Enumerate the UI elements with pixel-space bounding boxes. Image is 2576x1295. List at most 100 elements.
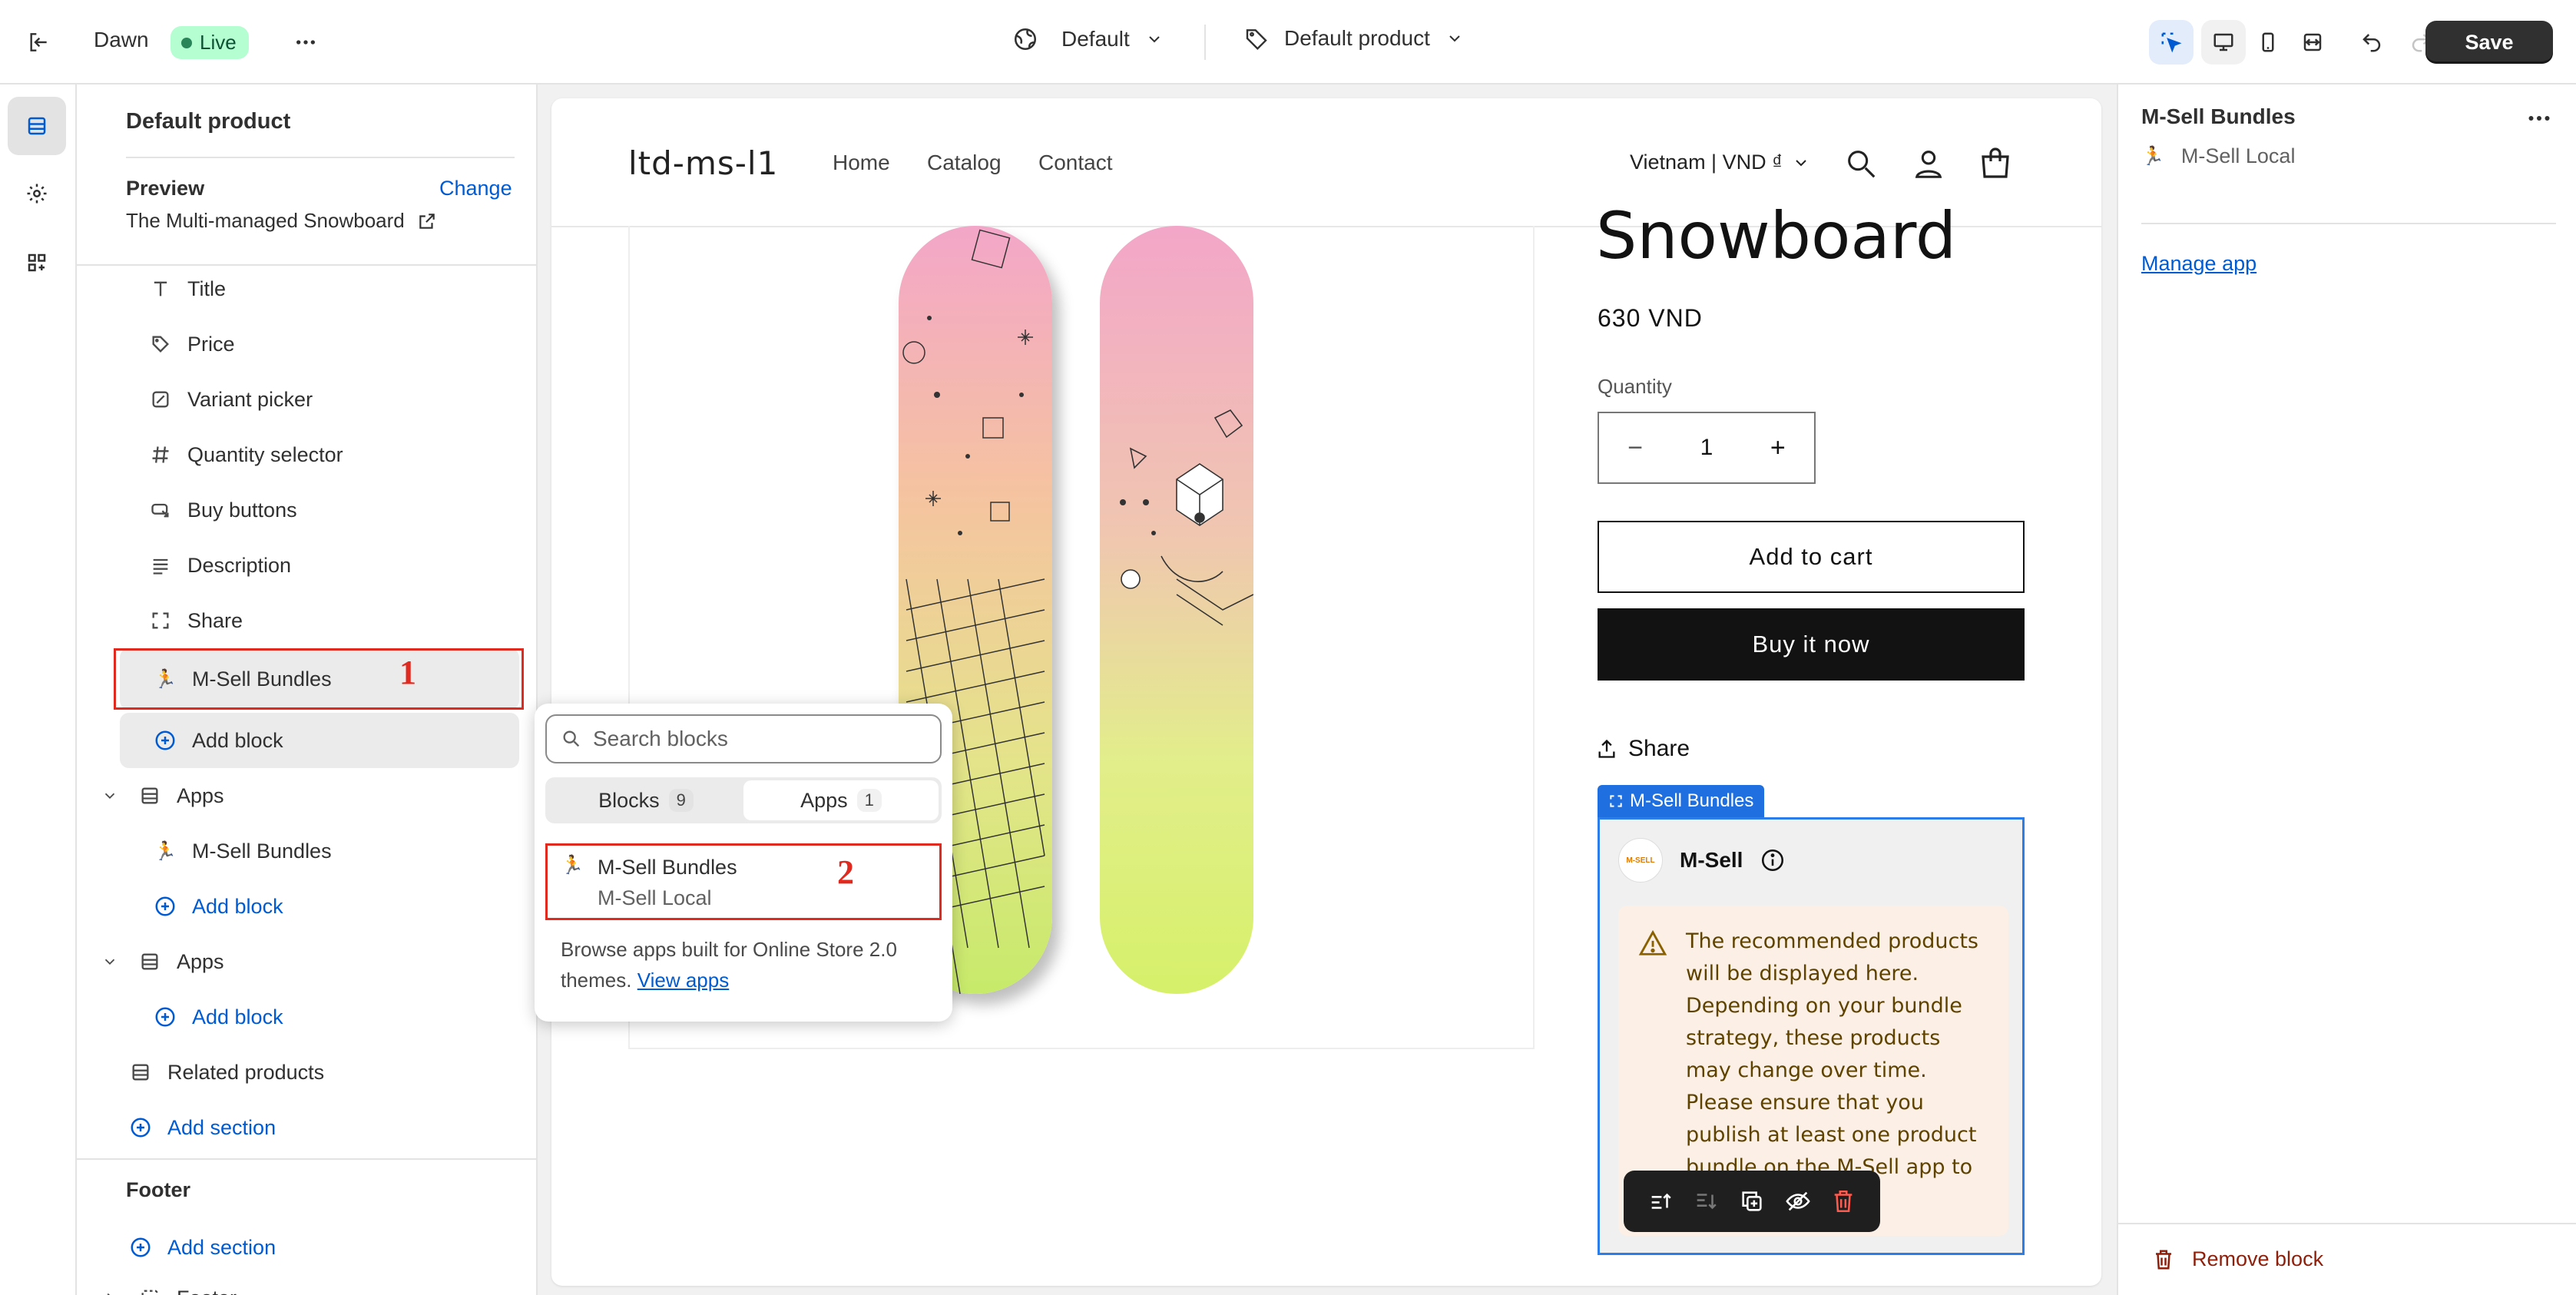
tab-blocks[interactable]: Blocks 9: [548, 780, 743, 820]
preview-product-link[interactable]: The Multi-managed Snowboard: [126, 209, 437, 233]
block-item-label: Title: [187, 277, 227, 300]
buy-now-button[interactable]: Buy it now: [1598, 608, 2025, 681]
block-item-label: M-Sell Bundles: [192, 839, 332, 863]
apps-section-1[interactable]: Apps: [97, 773, 224, 819]
fullwidth-icon: [2303, 33, 2322, 51]
mobile-icon: [2262, 32, 2274, 52]
inspector-button[interactable]: [2149, 20, 2194, 65]
remove-block-button[interactable]: Remove block: [2152, 1247, 2323, 1271]
fullwidth-view-button[interactable]: [2290, 20, 2335, 65]
delete-trash-icon: [2156, 1250, 2171, 1269]
view-apps-link[interactable]: View apps: [637, 969, 730, 992]
snowboard-graphic: [1120, 409, 1254, 626]
add-section-button[interactable]: Add section: [127, 1224, 276, 1270]
footer-group-title: Footer: [126, 1178, 190, 1201]
apps-rail-button[interactable]: [8, 233, 66, 292]
manage-app-link[interactable]: Manage app: [2141, 252, 2256, 276]
remove-block-label: Remove block: [2192, 1247, 2324, 1270]
duplicate-icon[interactable]: [1739, 1188, 1765, 1214]
account-icon[interactable]: [1911, 146, 1946, 181]
nav-contact[interactable]: Contact: [1038, 151, 1113, 175]
apps-section-2[interactable]: Apps: [97, 939, 224, 985]
plus-icon[interactable]: +: [1770, 433, 1786, 463]
chevron-down-icon: [97, 949, 123, 975]
text-title-icon: [147, 276, 174, 302]
share-frame-icon: [147, 608, 174, 634]
preview-label: Preview: [126, 177, 205, 200]
apps-grid-icon: [28, 253, 46, 272]
block-item-msell-bundles-app[interactable]: 🏃 M-Sell Bundles: [152, 828, 332, 874]
locale-selector[interactable]: Vietnam | VND ₫: [1630, 151, 1810, 174]
undo-icon: [2362, 34, 2381, 52]
msell-block-tag[interactable]: M-Sell Bundles: [1598, 785, 1765, 817]
divider: [126, 157, 515, 158]
add-section-button[interactable]: Add section: [127, 1105, 276, 1151]
product-dropdown[interactable]: Default product: [1244, 26, 1464, 51]
share-button[interactable]: Share: [1596, 736, 1690, 762]
nav-catalog[interactable]: Catalog: [927, 151, 1002, 175]
block-item-price[interactable]: Price: [147, 321, 235, 367]
store-logo[interactable]: ltd-ms-l1: [628, 144, 778, 182]
add-block-popover: Search blocks Blocks 9 Apps 1 🏃 M-Sell B…: [535, 704, 952, 1022]
exit-button[interactable]: [14, 18, 63, 67]
add-section-label: Add section: [167, 1235, 276, 1259]
move-up-icon[interactable]: [1647, 1188, 1674, 1214]
block-item-title[interactable]: Title: [147, 266, 226, 312]
section-icon: [137, 783, 163, 809]
info-icon[interactable]: [1760, 847, 1786, 873]
section-related-products[interactable]: Related products: [127, 1049, 324, 1095]
delete-trash-icon[interactable]: [1830, 1188, 1856, 1214]
hide-eye-icon[interactable]: [1785, 1188, 1811, 1214]
globe-icon: [1014, 28, 1037, 51]
sections-rail-button[interactable]: [8, 97, 66, 155]
more-vertical-icon[interactable]: [2525, 104, 2553, 132]
block-item-share[interactable]: Share: [147, 598, 243, 644]
template-dropdown[interactable]: Default: [1012, 26, 1164, 52]
add-block-button[interactable]: Add block: [152, 883, 283, 929]
search-icon[interactable]: [1843, 146, 1879, 181]
move-down-icon[interactable]: [1693, 1188, 1719, 1214]
annotation-box-1: [114, 648, 524, 710]
share-label: Share: [1628, 736, 1690, 761]
topbar-divider: [1204, 25, 1206, 60]
undo-button[interactable]: [2347, 18, 2396, 67]
desktop-icon: [2213, 33, 2233, 51]
chevron-down-icon: [1796, 159, 1806, 166]
search-blocks-input[interactable]: Search blocks: [545, 714, 942, 763]
quantity-value[interactable]: 1: [1700, 435, 1713, 461]
block-item-description[interactable]: Description: [147, 542, 291, 588]
more-horizontal-icon: [296, 40, 315, 45]
warning-triangle-icon: [1638, 929, 1667, 956]
store-preview-canvas: ltd-ms-l1 Home Catalog Contact Vietnam |…: [551, 98, 2101, 1286]
chevron-down-icon: [1149, 36, 1160, 43]
popover-footer: Browse apps built for Online Store 2.0 t…: [561, 934, 937, 995]
search-icon: [563, 730, 580, 747]
tab-apps[interactable]: Apps 1: [743, 780, 939, 820]
divider: [2118, 1223, 2576, 1224]
nav-home[interactable]: Home: [833, 151, 890, 175]
block-item-quantity-selector[interactable]: Quantity selector: [147, 432, 343, 478]
theme-settings-rail-button[interactable]: [8, 164, 66, 223]
plus-circle-icon: [152, 893, 178, 919]
section-footer[interactable]: Footer: [97, 1275, 237, 1295]
search-placeholder: Search blocks: [593, 727, 728, 750]
mobile-view-button[interactable]: [2246, 20, 2290, 65]
add-to-cart-button[interactable]: Add to cart: [1598, 521, 2025, 593]
block-settings-panel: M-Sell Bundles 🏃 M-Sell Local Manage app…: [2117, 84, 2576, 1295]
desktop-view-button[interactable]: [2201, 20, 2246, 65]
add-section-label: Add section: [167, 1115, 276, 1139]
block-item-label: Description: [187, 553, 292, 577]
save-button[interactable]: Save: [2425, 21, 2553, 64]
minus-icon[interactable]: −: [1627, 433, 1643, 463]
change-preview-link[interactable]: Change: [439, 177, 512, 200]
add-block-button[interactable]: Add block: [152, 994, 283, 1040]
block-item-label: Price: [187, 332, 235, 356]
block-item-buy-buttons[interactable]: Buy buttons: [147, 487, 297, 533]
add-block-button[interactable]: Add block: [152, 717, 283, 763]
more-actions-button[interactable]: [281, 18, 330, 67]
cart-icon[interactable]: [1977, 146, 2014, 183]
tab-blocks-count: 9: [668, 789, 694, 812]
tab-blocks-label: Blocks: [598, 788, 660, 812]
msell-logo-text: M-SELL: [1626, 856, 1655, 865]
block-item-variant-picker[interactable]: Variant picker: [147, 376, 313, 422]
